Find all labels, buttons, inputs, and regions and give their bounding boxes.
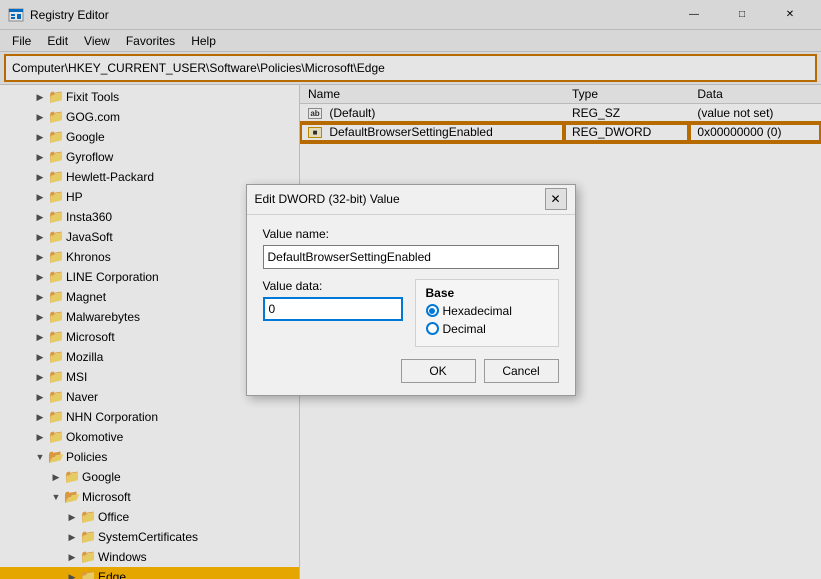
- dialog-buttons: OK Cancel: [263, 359, 559, 383]
- radio-decimal-row[interactable]: Decimal: [426, 322, 548, 336]
- value-data-input[interactable]: [263, 297, 403, 321]
- ok-button[interactable]: OK: [401, 359, 476, 383]
- value-name-label: Value name:: [263, 227, 559, 241]
- cancel-button[interactable]: Cancel: [484, 359, 559, 383]
- base-label: Base: [426, 286, 548, 300]
- dialog-value-row: Value data: Base Hexadecimal Decimal: [263, 279, 559, 347]
- edit-dword-dialog: Edit DWORD (32-bit) Value ✕ Value name: …: [246, 184, 576, 396]
- dialog-close-button[interactable]: ✕: [545, 188, 567, 210]
- modal-overlay: Edit DWORD (32-bit) Value ✕ Value name: …: [0, 0, 821, 579]
- dialog-body: Value name: Value data: Base Hexadecimal…: [247, 215, 575, 395]
- base-group: Base Hexadecimal Decimal: [415, 279, 559, 347]
- radio-hexadecimal-row[interactable]: Hexadecimal: [426, 304, 548, 318]
- value-data-section: Value data:: [263, 279, 403, 347]
- value-data-label: Value data:: [263, 279, 403, 293]
- value-name-input[interactable]: [263, 245, 559, 269]
- radio-hexadecimal[interactable]: [426, 304, 439, 317]
- dialog-title: Edit DWORD (32-bit) Value: [255, 192, 545, 206]
- radio-decimal-label: Decimal: [443, 322, 486, 336]
- radio-hexadecimal-label: Hexadecimal: [443, 304, 512, 318]
- dialog-title-bar: Edit DWORD (32-bit) Value ✕: [247, 185, 575, 215]
- radio-decimal[interactable]: [426, 322, 439, 335]
